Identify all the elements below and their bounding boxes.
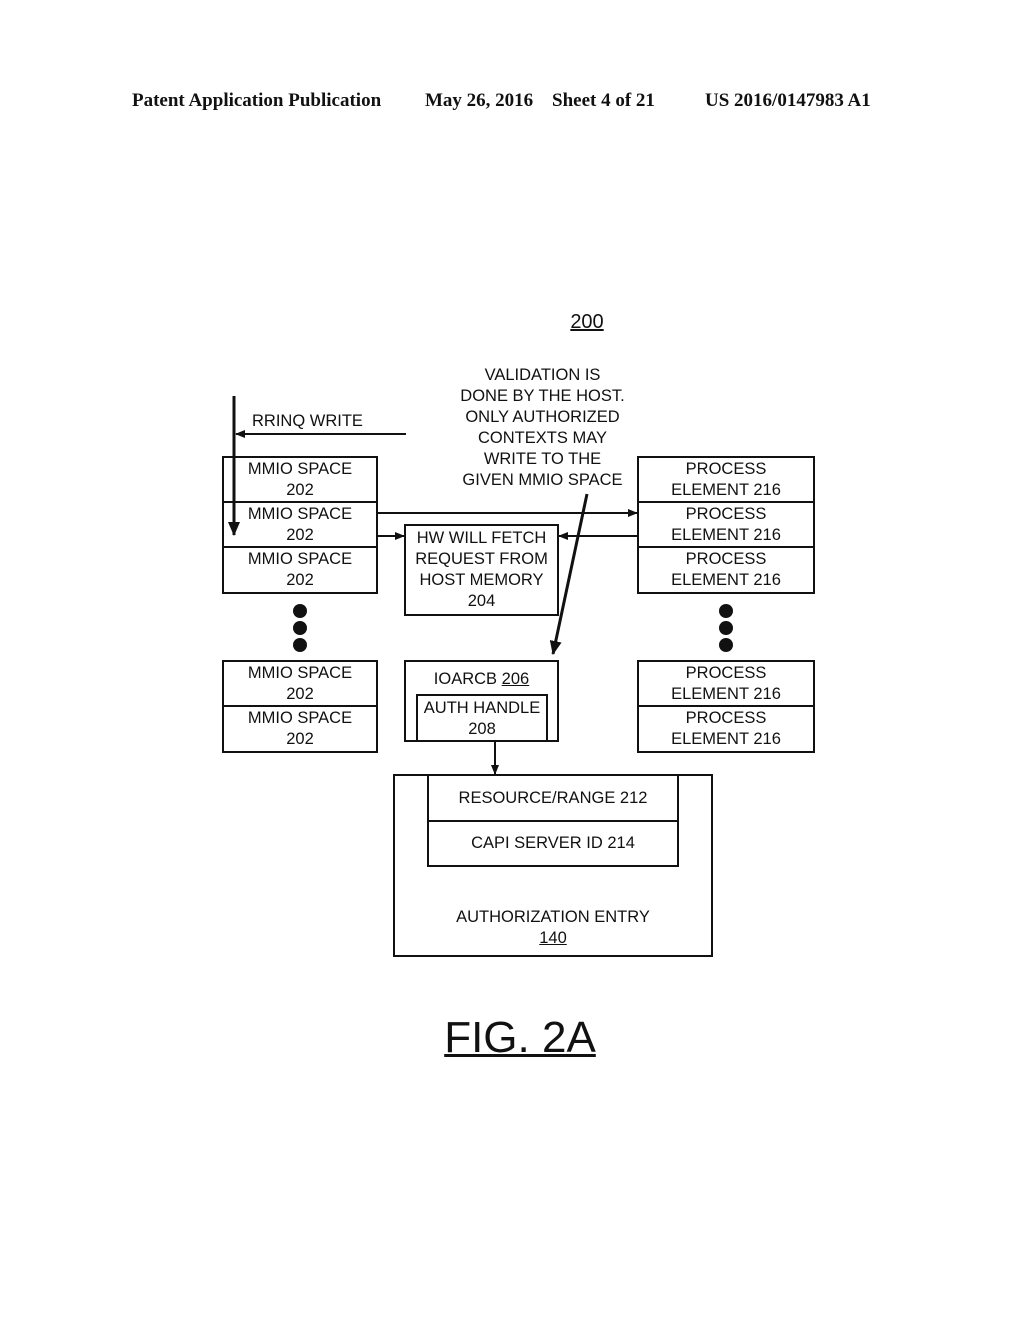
- validation-pointer-arrow: [549, 493, 589, 655]
- connector-arrows: [228, 396, 638, 775]
